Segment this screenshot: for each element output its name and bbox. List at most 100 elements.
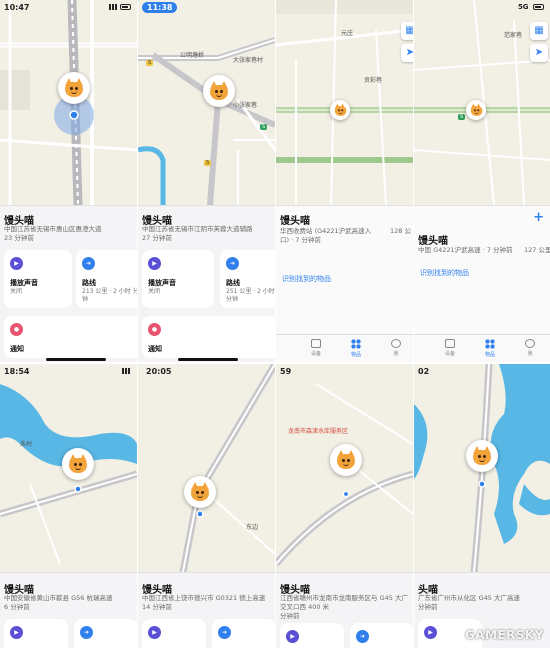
map-view[interactable]: 朱村 <box>0 364 137 572</box>
item-updated-time: 23 分钟前 <box>4 234 34 242</box>
tab-devices[interactable]: 设备 <box>302 339 330 357</box>
item-detail-sheet: 馒头喵 中国江苏省无锡市江阴市芙蓉大道辅路 27 分钟前 ▶ 播放声音 关闭 ➜… <box>138 205 275 362</box>
play-sound-card[interactable]: ▶ <box>142 619 206 648</box>
pet-location-pin[interactable] <box>203 75 235 107</box>
map-view[interactable]: 龙南市森津水库服务区 <box>276 364 413 572</box>
screenshot-panel-6: 20:05 东边 馒头喵 中国江西省上饶市德兴市 G0321 德上高速 14 分… <box>138 364 275 648</box>
pet-location-pin[interactable] <box>58 72 90 104</box>
route-arrow-icon: ➜ <box>80 626 93 639</box>
item-updated-time: 14 分钟前 <box>142 603 172 611</box>
item-address: 中国安徽省黄山市歙县 G56 杭瑞高速 <box>4 594 113 602</box>
map-mode-button[interactable]: ▦ <box>401 22 413 40</box>
tab-bar: 设备 物品 我 <box>414 334 550 362</box>
identify-item-link[interactable]: 识别找到的物品 <box>420 268 469 278</box>
device-icon <box>445 339 455 348</box>
map-view[interactable]: 东边 <box>138 364 275 572</box>
play-sound-card[interactable]: ▶ 播放声音 关闭 <box>142 250 214 308</box>
map-mode-button[interactable]: ▦ <box>530 22 548 40</box>
route-card[interactable]: ➜ <box>74 619 137 648</box>
notify-label: 通知 <box>10 345 24 353</box>
item-updated-time: 分钟前 <box>418 603 438 611</box>
item-updated-time: 27 分钟前 <box>142 234 172 242</box>
status-time: 11:38 <box>142 2 178 13</box>
bell-icon: ● <box>10 323 23 336</box>
signal-icon <box>109 3 131 11</box>
map-label: 公明塘桥 <box>180 52 205 59</box>
map-label: 贡彩巷 <box>364 77 383 84</box>
route-arrow-icon: ➜ <box>82 257 95 270</box>
pet-location-pin[interactable] <box>330 100 350 120</box>
signal-icon: 5G <box>518 3 544 11</box>
location-arrow-button[interactable]: ➤ <box>530 44 548 62</box>
map-view[interactable] <box>414 364 550 572</box>
map-view[interactable]: 元庄 贡彩巷 ▦ ➤ <box>276 0 413 205</box>
play-icon: ▶ <box>424 626 437 639</box>
person-icon <box>391 339 401 348</box>
item-detail-sheet: 馒头喵 中国江苏省无锡市惠山区惠澄大道 23 分钟前 ▶ 播放声音 关闭 ➜ 路… <box>0 205 137 362</box>
cat-face-icon <box>334 103 347 117</box>
cat-face-icon <box>470 103 483 117</box>
play-sound-card[interactable]: ▶ <box>280 623 344 648</box>
tab-items[interactable]: 物品 <box>476 339 504 358</box>
add-item-button[interactable]: + <box>533 210 544 225</box>
route-card[interactable]: ➜ <box>350 623 413 648</box>
screenshot-panel-7: 59 龙南市森津水库服务区 馒头喵 江西省赣州市龙南市龙南服务区与 G45 大广… <box>276 364 413 648</box>
route-card[interactable]: ➜ 路线 251 公里 · 2 小时 分钟 <box>220 250 275 308</box>
route-distance: 213 公里 · 2 小时 分钟 <box>82 288 137 303</box>
status-bar: 20:05 <box>138 364 275 380</box>
item-address: 中国江西省上饶市德兴市 G0321 德上高速 <box>142 594 266 602</box>
status-time: 20:05 <box>146 367 172 376</box>
map-view[interactable] <box>0 0 137 205</box>
tab-items[interactable]: 物品 <box>342 339 370 358</box>
item-name: 馒头喵 <box>418 236 448 247</box>
status-bar: 18:54 <box>0 364 137 380</box>
tab-devices[interactable]: 设备 <box>436 339 464 357</box>
location-arrow-button[interactable]: ➤ <box>401 44 413 62</box>
route-card[interactable]: ➜ <box>212 619 275 648</box>
status-bar: 59 <box>276 364 413 380</box>
status-bar: 10:47 <box>0 0 137 16</box>
tab-me[interactable]: 我 <box>516 339 544 357</box>
item-detail-sheet: 馒头喵 中国安徽省黄山市歙县 G56 杭瑞高速 6 分钟前 ▶ ➜ <box>0 572 137 648</box>
home-indicator <box>46 358 106 361</box>
map-label: 龙南市森津水库服务区 <box>288 428 349 435</box>
cat-face-icon <box>189 482 211 502</box>
screenshot-panel-8: 02 头喵 广东省广州市从化区 G45 大广高速 分钟前 ▶ GAMERSKY <box>414 364 550 648</box>
map-label: 小张家巷 <box>233 102 258 109</box>
item-address: 江西省赣州市龙南市龙南服务区与 G45 大广 交叉口西 400 米 <box>280 594 408 611</box>
route-arrow-icon: ➜ <box>218 626 231 639</box>
tab-me[interactable]: 我 <box>382 339 410 357</box>
play-icon: ▶ <box>148 626 161 639</box>
cat-face-icon <box>67 454 89 474</box>
status-bar: 11:38 <box>138 0 275 16</box>
screenshot-panel-4: 5G 范家巷 S ▦ ➤ + 馒头喵 中国 G4221沪武高速 · 7 分钟前 … <box>414 0 550 362</box>
item-detail-sheet: 馒头喵 华西收费站 (G4221沪武高速入口) · 7 分钟前 128 公 识别… <box>276 205 413 362</box>
pet-location-pin[interactable] <box>330 444 362 476</box>
map-view[interactable]: S S S 公明塘桥 大张家巷村 小张家巷 <box>138 0 275 205</box>
play-icon: ▶ <box>10 626 23 639</box>
notify-card[interactable]: ● 通知 <box>4 316 137 358</box>
item-updated-time: 6 分钟前 <box>4 603 30 611</box>
items-grid-icon <box>351 339 361 349</box>
pet-location-pin[interactable] <box>466 100 486 120</box>
play-sound-card[interactable]: ▶ <box>4 619 68 648</box>
screenshot-panel-1: 10:47 馒头喵 中国江苏省无锡市惠山区惠澄大道 23 分钟前 ▶ 播放声音 … <box>0 0 137 362</box>
map-label: 朱村 <box>20 441 33 448</box>
route-card[interactable]: ➜ 路线 213 公里 · 2 小时 分钟 <box>76 250 137 308</box>
pet-location-pin[interactable] <box>62 448 94 480</box>
route-arrow-icon: ➜ <box>226 257 239 270</box>
notify-card[interactable]: ● 通知 <box>142 316 275 358</box>
item-address: 广东省广州市从化区 G45 大广高速 <box>418 594 520 602</box>
items-grid-icon <box>485 339 495 349</box>
screenshot-panel-5: 18:54 朱村 馒头喵 中国安徽省黄山市歙县 G56 杭瑞高速 6 分钟前 ▶… <box>0 364 137 648</box>
item-address: 中国江苏省无锡市江阴市芙蓉大道辅路 <box>142 225 253 233</box>
item-detail-sheet: + 馒头喵 中国 G4221沪武高速 · 7 分钟前 127 公里 识别找到的物… <box>414 205 550 362</box>
route-distance: 251 公里 · 2 小时 分钟 <box>226 288 275 303</box>
play-sound-card[interactable]: ▶ 播放声音 关闭 <box>4 250 72 308</box>
identify-item-link[interactable]: 识别找到的物品 <box>282 274 331 284</box>
pet-location-pin[interactable] <box>466 440 498 472</box>
map-view[interactable]: 范家巷 S ▦ ➤ <box>414 0 550 205</box>
notify-label: 通知 <box>148 345 162 353</box>
signal-icon <box>122 367 131 375</box>
pet-location-pin[interactable] <box>184 476 216 508</box>
